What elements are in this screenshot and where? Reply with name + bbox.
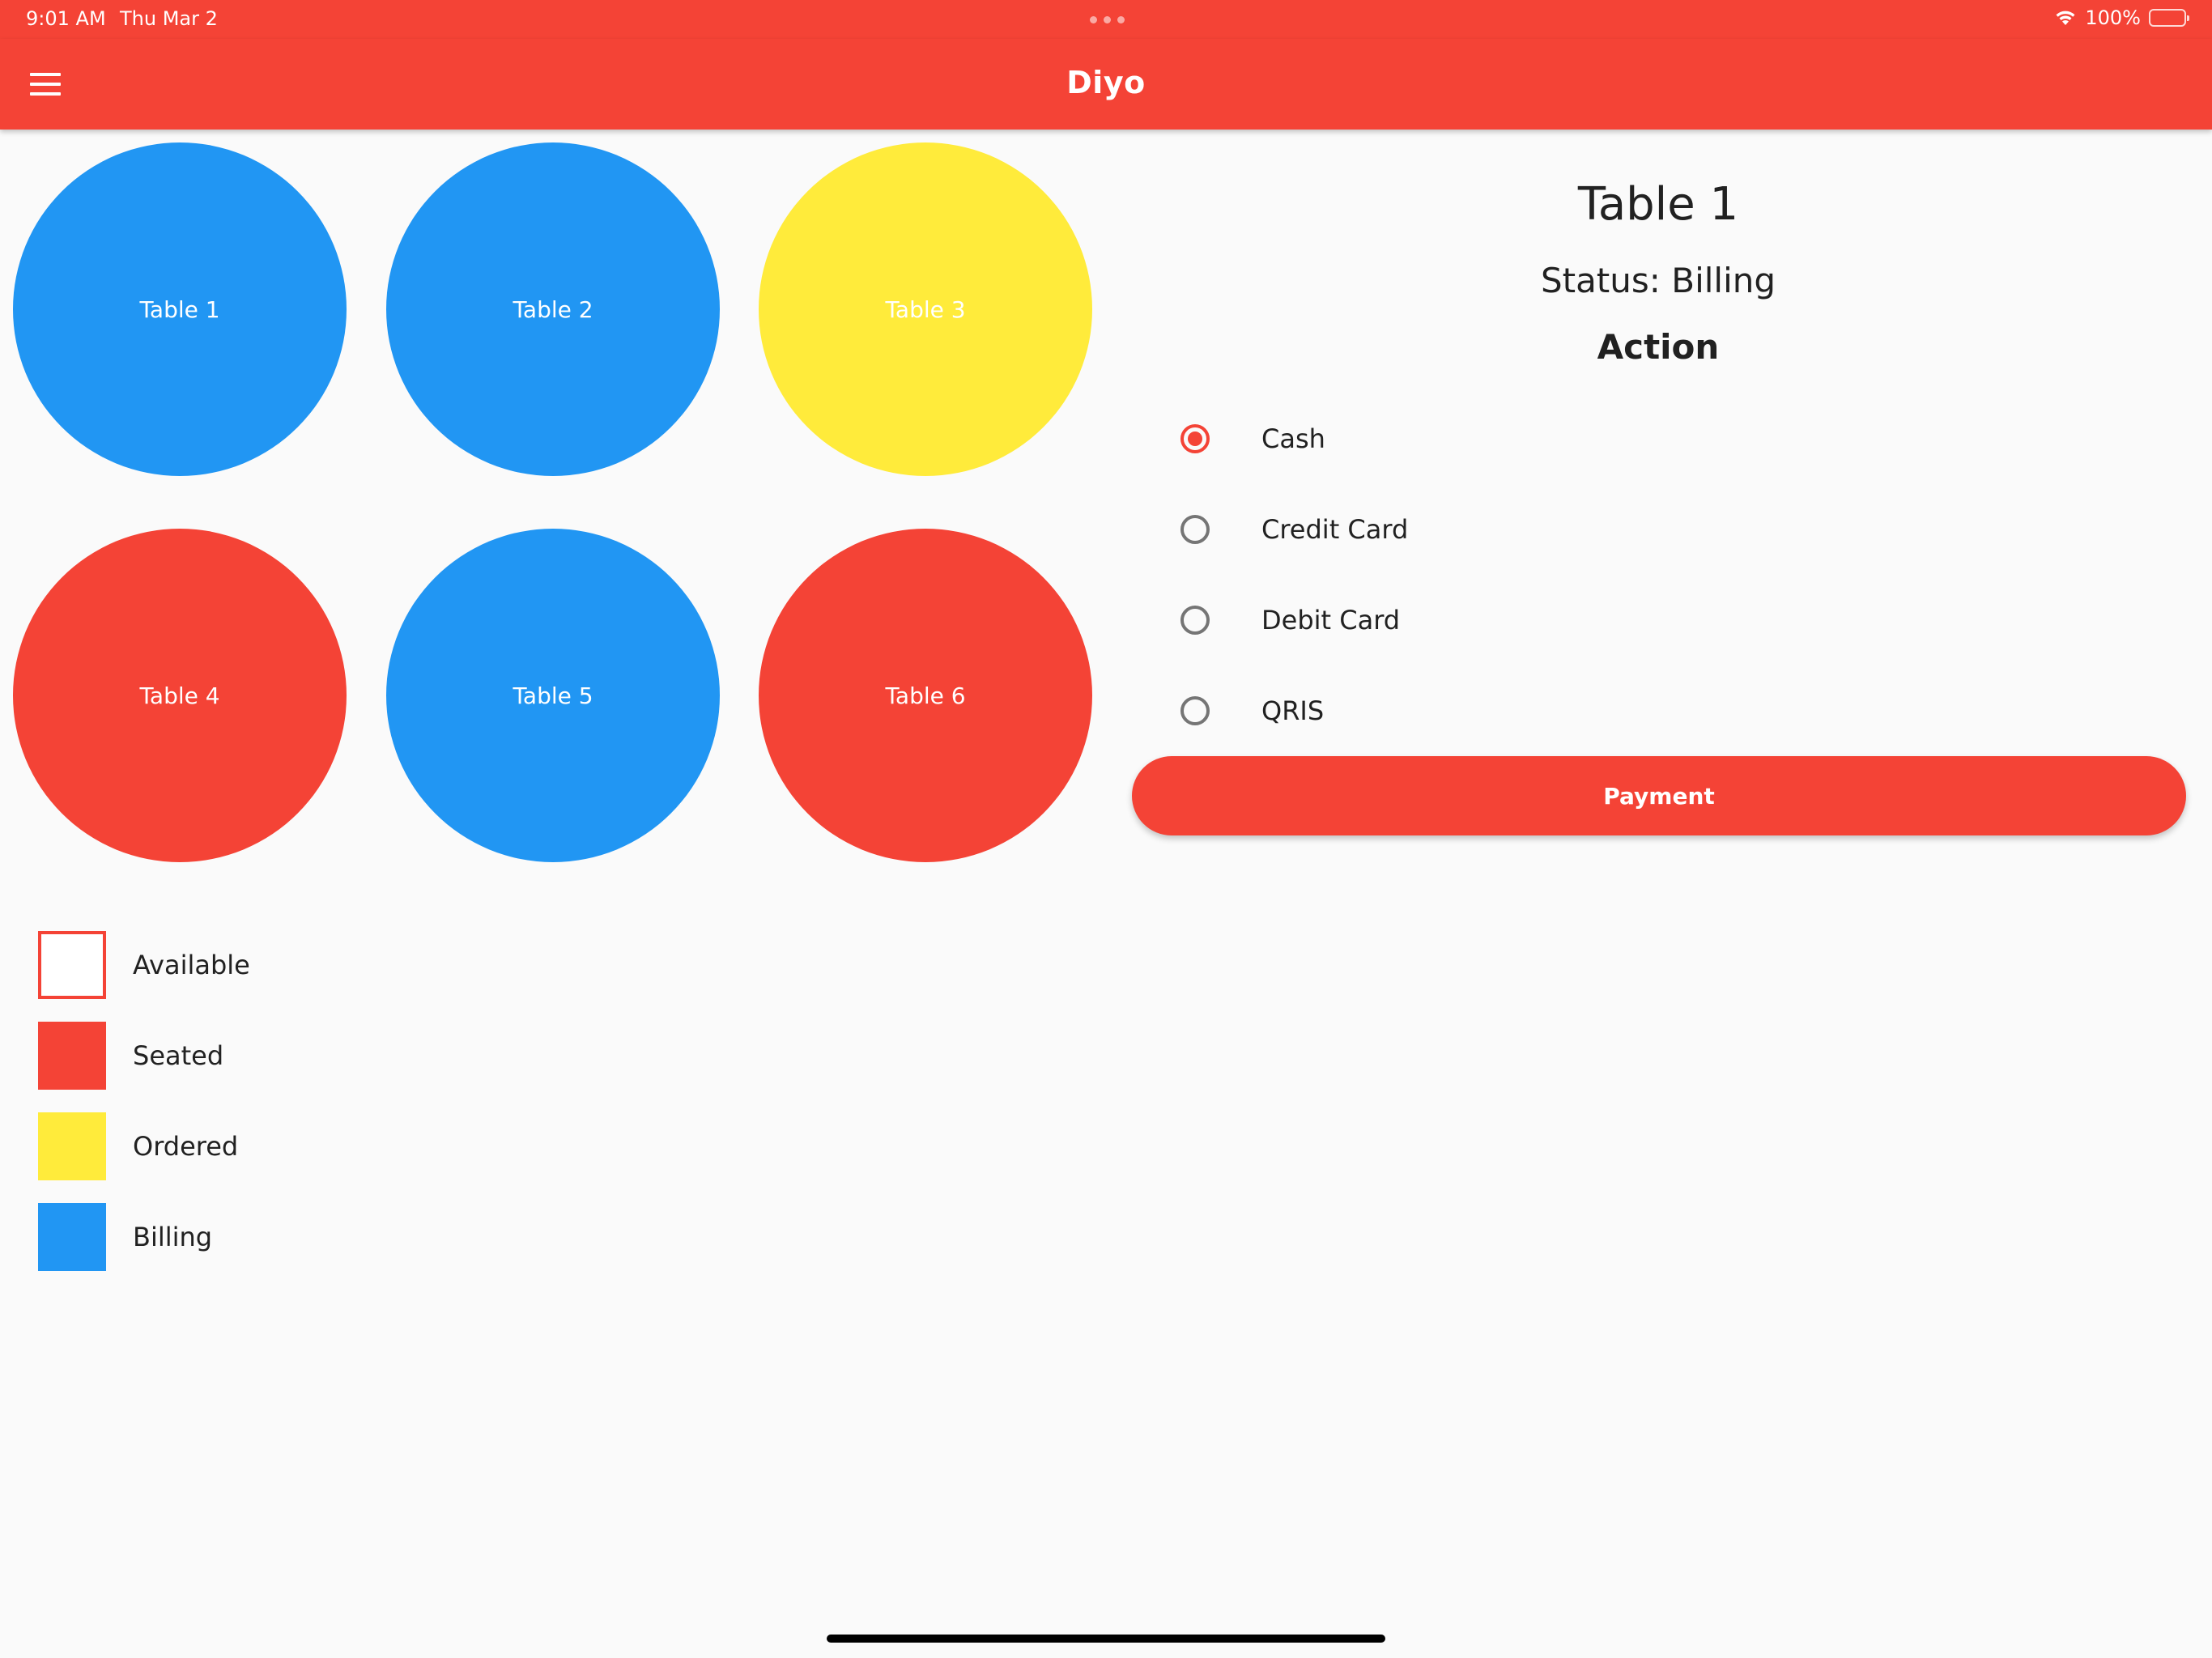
table-1-button[interactable]: Table 1 bbox=[13, 142, 347, 476]
table-2-button[interactable]: Table 2 bbox=[386, 142, 720, 476]
radio-selected-dot bbox=[1188, 432, 1202, 446]
table-6-button[interactable]: Table 6 bbox=[759, 529, 1092, 862]
battery-percent: 100% bbox=[2085, 6, 2141, 29]
payment-button[interactable]: Payment bbox=[1132, 756, 2186, 835]
app-title: Diyo bbox=[1066, 65, 1146, 100]
legend-swatch bbox=[38, 1203, 106, 1271]
status-right: 100% bbox=[2054, 6, 2189, 29]
legend-label: Available bbox=[133, 950, 250, 980]
legend-swatch bbox=[38, 1112, 106, 1180]
battery-icon bbox=[2149, 9, 2189, 27]
status-date: Thu Mar 2 bbox=[120, 7, 218, 30]
legend-item-seated: Seated bbox=[38, 1022, 223, 1090]
legend-item-ordered: Ordered bbox=[38, 1112, 238, 1180]
status-time: 9:01 AM bbox=[26, 7, 106, 30]
table-label: Table 1 bbox=[139, 295, 220, 323]
home-indicator bbox=[827, 1635, 1385, 1643]
selected-table-title: Table 1 bbox=[1577, 178, 1739, 231]
payment-option-credit-card[interactable]: Credit Card bbox=[1166, 489, 2178, 570]
legend-item-billing: Billing bbox=[38, 1203, 212, 1271]
table-3-button[interactable]: Table 3 bbox=[759, 142, 1092, 476]
radio-button-icon[interactable] bbox=[1180, 606, 1210, 635]
table-label: Table 3 bbox=[885, 295, 966, 323]
payment-option-label: Credit Card bbox=[1261, 514, 1409, 545]
payment-option-cash[interactable]: Cash bbox=[1166, 398, 2178, 479]
legend-label: Billing bbox=[133, 1222, 213, 1252]
payment-option-label: Cash bbox=[1261, 423, 1325, 454]
action-heading: Action bbox=[1597, 327, 1720, 367]
legend-swatch bbox=[38, 931, 106, 999]
radio-button-icon[interactable] bbox=[1180, 515, 1210, 544]
payment-option-debit-card[interactable]: Debit Card bbox=[1166, 580, 2178, 661]
legend-item-available: Available bbox=[38, 931, 250, 999]
wifi-icon bbox=[2054, 9, 2077, 27]
selected-table-status: Status: Billing bbox=[1540, 261, 1776, 300]
multitasking-dots-icon[interactable] bbox=[1090, 16, 1125, 23]
table-label: Table 6 bbox=[885, 682, 966, 709]
status-bar: 9:01 AM Thu Mar 2 100% bbox=[0, 0, 2212, 39]
table-5-button[interactable]: Table 5 bbox=[386, 529, 720, 862]
legend-label: Ordered bbox=[133, 1131, 239, 1162]
app-bar: Diyo bbox=[0, 39, 2212, 130]
payment-option-label: QRIS bbox=[1261, 695, 1325, 726]
radio-button-icon[interactable] bbox=[1180, 424, 1210, 453]
table-4-button[interactable]: Table 4 bbox=[13, 529, 347, 862]
legend-label: Seated bbox=[133, 1040, 224, 1071]
payment-option-label: Debit Card bbox=[1261, 605, 1401, 636]
table-label: Table 2 bbox=[513, 295, 593, 323]
table-label: Table 5 bbox=[513, 682, 593, 709]
payment-option-qris[interactable]: QRIS bbox=[1166, 670, 2178, 751]
legend-swatch bbox=[38, 1022, 106, 1090]
table-label: Table 4 bbox=[139, 682, 220, 709]
radio-button-icon[interactable] bbox=[1180, 696, 1210, 725]
